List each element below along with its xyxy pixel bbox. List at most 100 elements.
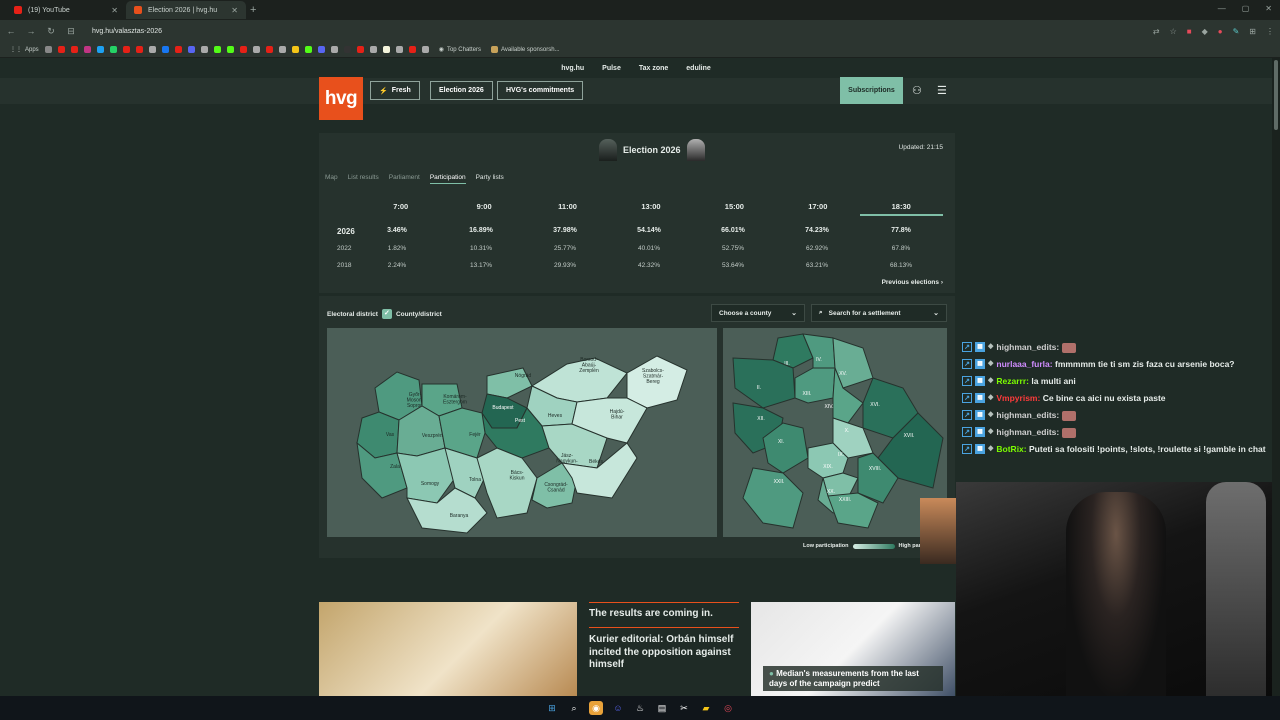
user-icon[interactable]: ⚇: [912, 84, 922, 97]
bookmark-icon[interactable]: [135, 46, 143, 53]
county-region[interactable]: [476, 447, 538, 519]
extensions-puzzle-icon[interactable]: ⊞: [1249, 27, 1256, 36]
chat-username[interactable]: Vmpyrism:: [996, 393, 1040, 403]
bookmark-icon[interactable]: [291, 46, 299, 53]
tab-list-results[interactable]: List results: [348, 174, 379, 184]
tab-map[interactable]: Map: [325, 174, 338, 184]
page-scrollbar[interactable]: [1272, 58, 1280, 696]
bookmark-icon[interactable]: [356, 46, 364, 53]
bookmark-icon[interactable]: [265, 46, 273, 53]
bookmark-icon[interactable]: [148, 46, 156, 53]
chat-username[interactable]: highman_edits:: [996, 342, 1059, 352]
available-sponsors-bookmark[interactable]: Available sponsorsh...: [490, 46, 560, 53]
nav-link-eduline[interactable]: eduline: [686, 65, 711, 72]
minimize-icon[interactable]: —: [1218, 4, 1226, 13]
hamburger-menu-icon[interactable]: ☰: [937, 84, 947, 97]
extension-icon[interactable]: ◆: [1202, 27, 1208, 36]
nav-link-tax-zone[interactable]: Tax zone: [639, 65, 668, 72]
time-header[interactable]: 11:00: [526, 202, 609, 216]
bookmark-icon[interactable]: [395, 46, 403, 53]
bookmark-icon[interactable]: [239, 46, 247, 53]
bookmark-icon[interactable]: [213, 46, 221, 53]
apps-bookmark[interactable]: ⋮⋮ Apps: [10, 46, 39, 54]
chrome-icon[interactable]: ◉: [589, 701, 603, 715]
bookmark-icon[interactable]: [226, 46, 234, 53]
windows-start-icon[interactable]: ⊞: [545, 701, 559, 715]
district-region[interactable]: [742, 467, 804, 529]
bookmark-icon[interactable]: [382, 46, 390, 53]
bookmark-icon[interactable]: [174, 46, 182, 53]
tab-participation[interactable]: Participation: [429, 174, 466, 184]
district-toggle[interactable]: Electoral district ✓ County/district: [327, 309, 442, 319]
budapest-map-svg[interactable]: III.IV.XV.II.XIII.XIV. XVI.XII.X.XVII.XI.…: [723, 328, 947, 537]
district-region[interactable]: [732, 357, 796, 409]
bookmark-icon[interactable]: [187, 46, 195, 53]
toggle-check-icon[interactable]: ✓: [381, 309, 392, 319]
close-icon[interactable]: ✕: [231, 6, 238, 15]
headline-link[interactable]: The results are coming in.: [589, 608, 739, 619]
time-header[interactable]: 9:00: [442, 202, 525, 216]
time-header[interactable]: 7:00: [359, 202, 442, 216]
news-photo[interactable]: [319, 602, 577, 696]
tab-party-lists[interactable]: Party lists: [476, 174, 504, 184]
bookmark-icon[interactable]: [278, 46, 286, 53]
bookmark-icon[interactable]: [369, 46, 377, 53]
url-field[interactable]: hvg.hu/valasztas-2026: [92, 28, 162, 35]
translate-icon[interactable]: ⇄: [1153, 27, 1160, 36]
chat-username[interactable]: BotRix:: [996, 444, 1026, 454]
browser-tab-youtube[interactable]: (19) YouTube ✕: [6, 1, 126, 19]
extension-icon[interactable]: ■: [1187, 27, 1192, 36]
forward-icon[interactable]: →: [26, 26, 36, 36]
maximize-icon[interactable]: ▢: [1242, 4, 1250, 13]
back-icon[interactable]: ←: [6, 26, 16, 36]
bookmark-icon[interactable]: [122, 46, 130, 53]
budapest-district-map[interactable]: III. IV. XV. II. XIII. XIV. XVI. XII. X. XVII. XI.…: [723, 328, 947, 537]
new-tab-icon[interactable]: +: [250, 4, 256, 16]
reload-icon[interactable]: ↻: [46, 26, 56, 37]
nav-link-pulse[interactable]: Pulse: [602, 65, 621, 72]
menu-icon[interactable]: ⋮: [1266, 27, 1274, 36]
top-chatters-bookmark[interactable]: ◉ Top Chatters: [439, 46, 481, 54]
time-header[interactable]: 15:00: [693, 202, 776, 216]
bookmark-icon[interactable]: [70, 46, 78, 53]
bookmark-icon[interactable]: [161, 46, 169, 53]
site-info-icon[interactable]: ⊟: [66, 26, 76, 37]
app-icon[interactable]: ▤: [655, 701, 669, 715]
bookmark-icon[interactable]: [421, 46, 429, 53]
time-header[interactable]: 17:00: [776, 202, 859, 216]
chat-username[interactable]: highman_edits:: [996, 427, 1059, 437]
bookmark-icon[interactable]: [83, 46, 91, 53]
subscriptions-button[interactable]: Subscriptions: [840, 77, 903, 104]
bookmark-icon[interactable]: [330, 46, 338, 53]
district-region[interactable]: [794, 367, 836, 404]
choose-county-select[interactable]: Choose a county ⌄: [711, 304, 805, 322]
chat-username[interactable]: Rezarrr:: [996, 376, 1029, 386]
bookmark-icon[interactable]: [57, 46, 65, 53]
time-header[interactable]: 13:00: [609, 202, 692, 216]
folder-icon[interactable]: ▰: [699, 701, 713, 715]
hvg-commitments-button[interactable]: HVG's commitments: [497, 81, 584, 100]
chat-username[interactable]: nurlaaa_furla:: [996, 359, 1052, 369]
bookmark-icon[interactable]: [317, 46, 325, 53]
news-caption[interactable]: ● Median's measurements from the last da…: [763, 666, 943, 692]
scrollbar-thumb[interactable]: [1274, 60, 1278, 130]
close-window-icon[interactable]: ✕: [1265, 4, 1272, 13]
election-2026-button[interactable]: Election 2026: [430, 81, 493, 100]
bookmark-icon[interactable]: [252, 46, 260, 53]
bookmark-icon[interactable]: [200, 46, 208, 53]
bookmark-icon[interactable]: [343, 46, 351, 53]
capcut-icon[interactable]: ✂: [677, 701, 691, 715]
hungary-map-svg[interactable]: Győr-Moson-SopronKomárom-EsztergomNógrád…: [327, 328, 717, 537]
extension-icon[interactable]: ●: [1218, 27, 1223, 36]
bookmark-icon[interactable]: [44, 46, 52, 53]
nav-link-hvg[interactable]: hvg.hu: [561, 65, 584, 72]
news-photo[interactable]: ● Median's measurements from the last da…: [751, 602, 955, 696]
hungary-county-map[interactable]: Győr-Moson-Sopron Komárom-Esztergom Nógrád…: [327, 328, 717, 537]
browser-tab-hvg[interactable]: Election 2026 | hvg.hu ✕: [126, 1, 246, 19]
app-icon[interactable]: ◎: [721, 701, 735, 715]
extension-icon[interactable]: ✎: [1233, 27, 1240, 36]
close-icon[interactable]: ✕: [111, 6, 118, 15]
previous-elections-link[interactable]: Previous elections ›: [882, 279, 943, 286]
bookmark-icon[interactable]: [304, 46, 312, 53]
hvg-logo[interactable]: hvg: [319, 77, 363, 120]
